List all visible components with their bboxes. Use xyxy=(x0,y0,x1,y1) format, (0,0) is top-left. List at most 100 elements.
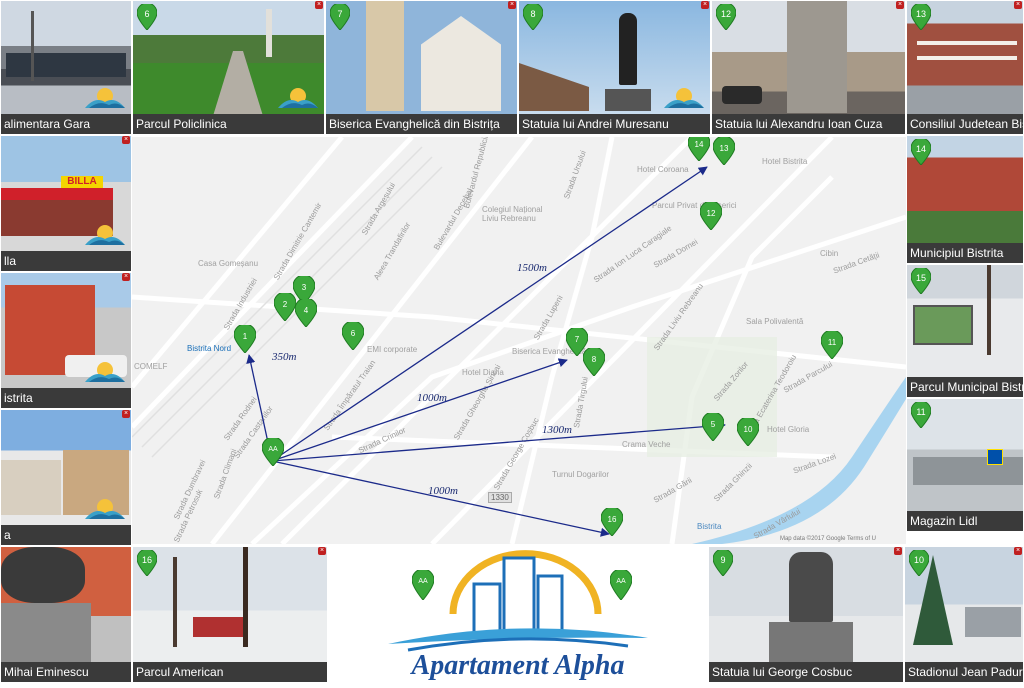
close-icon[interactable]: × xyxy=(122,410,130,418)
close-icon[interactable]: × xyxy=(701,1,709,9)
tile-stadion[interactable]: 10 × Stadionul Jean Padure xyxy=(904,546,1024,683)
map-marker-6[interactable]: 6 xyxy=(342,322,364,350)
caption: lla xyxy=(1,251,131,271)
tile-cuza[interactable]: 12 × Statuia lui Alexandru Ioan Cuza xyxy=(711,0,906,135)
close-icon[interactable]: × xyxy=(122,136,130,144)
caption: Statuia lui Andrei Muresanu xyxy=(519,114,710,134)
hills-logo-icon xyxy=(85,225,125,245)
close-icon[interactable]: × xyxy=(315,1,323,9)
marker-icon: 10 xyxy=(909,550,929,576)
svg-text:7: 7 xyxy=(575,335,580,344)
svg-text:4: 4 xyxy=(304,306,309,315)
map-marker-16[interactable]: 16 xyxy=(601,508,623,536)
tile-num: 15 xyxy=(916,273,926,283)
caption: a xyxy=(1,525,131,545)
home-aa-marker[interactable]: AA xyxy=(262,438,284,466)
map-marker-12[interactable]: 12 xyxy=(700,202,722,230)
hills-logo-icon xyxy=(85,362,125,382)
tile-policlinica[interactable]: 6 × Parcul Policlinica xyxy=(132,0,325,135)
close-icon[interactable]: × xyxy=(1014,547,1022,555)
tile-num: 11 xyxy=(916,407,925,417)
svg-text:12: 12 xyxy=(707,209,716,218)
map[interactable]: Strada Industriei Strada Dimitrie Cantem… xyxy=(132,137,906,544)
svg-text:13: 13 xyxy=(720,144,729,153)
caption: Magazin Lidl xyxy=(907,511,1023,531)
marker-icon: 15 xyxy=(911,268,931,294)
map-marker-11[interactable]: 11 xyxy=(821,331,843,359)
tile-hotel[interactable]: × a xyxy=(0,409,132,546)
tile-num: 8 xyxy=(530,9,535,19)
map-marker-13[interactable]: 13 xyxy=(713,137,735,165)
close-icon[interactable]: × xyxy=(896,1,904,9)
tile-autogara[interactable]: × istrita xyxy=(0,272,132,409)
marker-icon: 6 xyxy=(137,4,157,30)
photo-cosbuc xyxy=(709,547,903,662)
tile-biserica[interactable]: 7 × Biserica Evanghelică din Bistrița xyxy=(325,0,518,135)
svg-text:14: 14 xyxy=(695,140,704,149)
close-icon[interactable]: × xyxy=(1014,1,1022,9)
caption: Parcul Policlinica xyxy=(133,114,324,134)
marker-icon: 11 xyxy=(911,402,931,428)
tile-muresanu[interactable]: 8 × Statuia lui Andrei Muresanu xyxy=(518,0,711,135)
svg-text:5: 5 xyxy=(711,420,716,429)
marker-icon: 9 xyxy=(713,550,733,576)
caption: Mihai Eminescu xyxy=(1,662,131,682)
marker-icon: 13 xyxy=(911,4,931,30)
pin-label: AA xyxy=(616,578,626,585)
map-marker-1[interactable]: 1 xyxy=(234,325,256,353)
marker-icon: 7 xyxy=(330,4,350,30)
map-marker-4[interactable]: 4 xyxy=(295,299,317,327)
map-marker-14[interactable]: 14 xyxy=(688,137,710,161)
hills-logo-icon xyxy=(85,88,125,108)
tile-cosbuc[interactable]: 9 × Statuia lui George Cosbuc xyxy=(708,546,904,683)
marker-icon: 14 xyxy=(911,139,931,165)
close-icon[interactable]: × xyxy=(122,273,130,281)
caption: Parcul Municipal Bistri xyxy=(907,377,1023,397)
logo-apartament-alpha: AA AA Apartament Alpha xyxy=(328,546,708,683)
tile-num: 9 xyxy=(720,555,725,565)
tile-gara[interactable]: alimentara Gara xyxy=(0,0,132,135)
map-marker-5[interactable]: 5 xyxy=(702,413,724,441)
caption: istrita xyxy=(1,388,131,408)
pin-label: AA xyxy=(418,578,428,585)
tile-municipiul[interactable]: 14 Municipiul Bistrita xyxy=(906,135,1024,264)
caption: alimentara Gara xyxy=(1,114,131,134)
map-marker-10[interactable]: 10 xyxy=(737,418,759,446)
tile-american[interactable]: 16 × Parcul American xyxy=(132,546,328,683)
tile-eminescu[interactable]: Mihai Eminescu xyxy=(0,546,132,683)
close-icon[interactable]: × xyxy=(894,547,902,555)
photo-eminescu xyxy=(1,547,131,663)
caption: Stadionul Jean Padure xyxy=(905,662,1023,682)
caption: Municipiul Bistrita xyxy=(907,243,1023,263)
map-marker-8[interactable]: 8 xyxy=(583,348,605,376)
home-label: AA xyxy=(268,446,278,453)
tile-lidl[interactable]: 11 Magazin Lidl xyxy=(906,398,1024,532)
distance-label: 1000m xyxy=(417,392,447,404)
left-aa-pin: AA xyxy=(411,568,435,601)
tile-consiliul[interactable]: 13 × Consiliul Judetean Bis xyxy=(906,0,1024,135)
tile-parcmun[interactable]: 15 Parcul Municipal Bistri xyxy=(906,264,1024,398)
svg-text:3: 3 xyxy=(302,283,307,292)
photo-american xyxy=(133,547,327,662)
distance-label: 1000m xyxy=(428,485,458,497)
svg-text:1: 1 xyxy=(243,332,248,341)
distance-label: 350m xyxy=(272,351,297,363)
svg-text:11: 11 xyxy=(828,338,837,347)
tile-billa[interactable]: BILLA × lla xyxy=(0,135,132,272)
hills-logo-icon xyxy=(85,499,125,519)
photo-cuza xyxy=(712,1,905,114)
marker-icon: 8 xyxy=(523,4,543,30)
tile-num: 16 xyxy=(142,555,152,565)
billa-sign: BILLA xyxy=(61,176,103,188)
svg-text:10: 10 xyxy=(744,425,753,434)
close-icon[interactable]: × xyxy=(508,1,516,9)
tile-num: 14 xyxy=(916,144,926,154)
svg-text:8: 8 xyxy=(592,355,597,364)
svg-text:16: 16 xyxy=(608,515,617,524)
marker-icon: 12 xyxy=(716,4,736,30)
hills-logo-icon xyxy=(664,88,704,108)
close-icon[interactable]: × xyxy=(318,547,326,555)
distance-label: 1300m xyxy=(542,424,572,436)
svg-text:6: 6 xyxy=(351,329,356,338)
distance-label: 1500m xyxy=(517,262,547,274)
